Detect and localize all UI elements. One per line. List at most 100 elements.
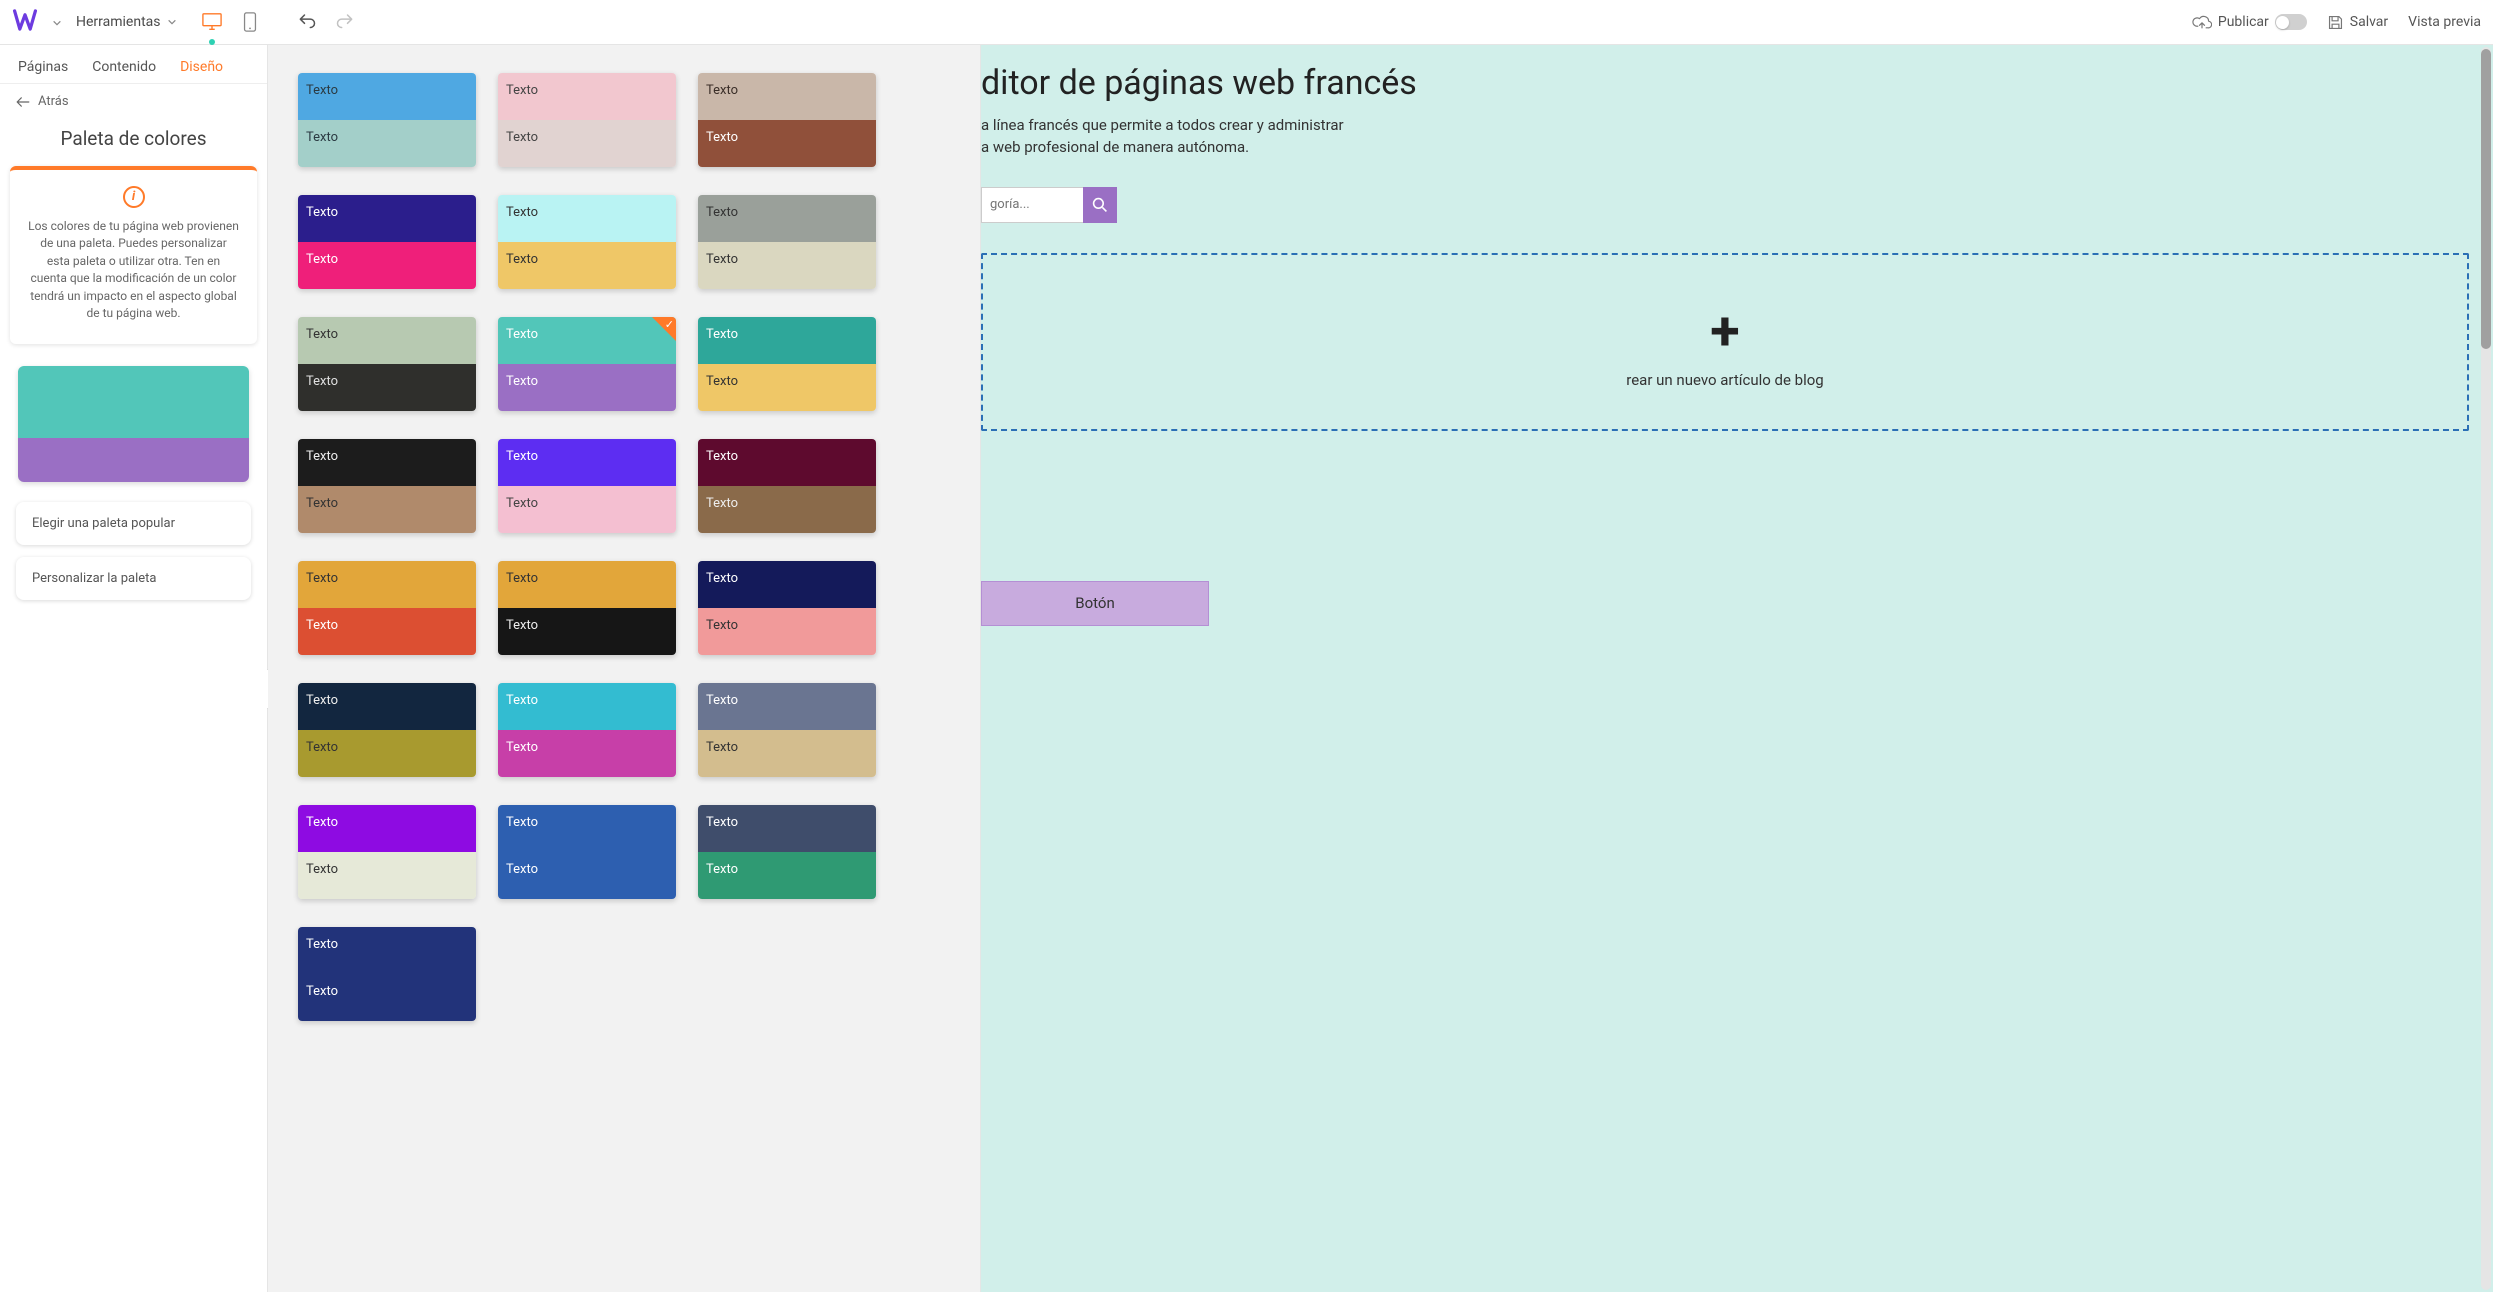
info-card: i Los colores de tu página web provienen…	[10, 166, 257, 344]
palette-swatch[interactable]: TextoTexto	[298, 561, 476, 655]
palette-swatch[interactable]: TextoTexto	[698, 561, 876, 655]
tab-design[interactable]: Diseño	[180, 59, 223, 75]
save-button[interactable]: Salvar	[2327, 14, 2388, 31]
tools-menu[interactable]: Herramientas	[76, 14, 177, 30]
swatch-top: Texto	[698, 73, 876, 120]
publish-label: Publicar	[2218, 14, 2269, 30]
swatch-top: Texto	[498, 317, 676, 364]
choose-popular-palette-button[interactable]: Elegir una paleta popular	[16, 502, 251, 545]
preview-search-button[interactable]	[1083, 187, 1117, 223]
swatch-bottom: Texto	[698, 730, 876, 777]
save-icon	[2327, 14, 2344, 31]
palette-swatch[interactable]: TextoTexto	[498, 195, 676, 289]
swatch-top: Texto	[698, 195, 876, 242]
swatch-bottom: Texto	[498, 242, 676, 289]
device-mobile-button[interactable]	[237, 9, 263, 35]
palette-swatch[interactable]: TextoTexto	[298, 805, 476, 899]
swatch-bottom: Texto	[298, 486, 476, 533]
mobile-icon	[243, 12, 257, 32]
swatch-bottom: Texto	[498, 120, 676, 167]
swatch-top: Texto	[298, 317, 476, 364]
swatch-bottom: Texto	[298, 120, 476, 167]
swatch-bottom: Texto	[498, 364, 676, 411]
swatch-top: Texto	[498, 195, 676, 242]
swatch-top: Texto	[498, 439, 676, 486]
swatch-bottom: Texto	[698, 242, 876, 289]
swatch-top: Texto	[298, 439, 476, 486]
tab-pages[interactable]: Páginas	[18, 59, 68, 75]
palette-swatch[interactable]: TextoTexto	[298, 927, 476, 1021]
swatch-bottom: Texto	[698, 120, 876, 167]
swatch-bottom: Texto	[298, 364, 476, 411]
swatch-top: Texto	[498, 73, 676, 120]
palette-swatch[interactable]: TextoTexto	[498, 561, 676, 655]
swatch-bottom: Texto	[698, 852, 876, 899]
palette-swatch[interactable]: TextoTexto	[698, 317, 876, 411]
preview-button[interactable]: Vista previa	[2408, 14, 2481, 30]
left-sidebar: Páginas Contenido Diseño Atrás Paleta de…	[0, 45, 268, 1292]
palette-swatch[interactable]: TextoTexto	[698, 195, 876, 289]
device-desktop-button[interactable]	[199, 9, 225, 35]
preview-scrollbar[interactable]	[2481, 47, 2491, 1290]
palette-picker-panel: TextoTextoTextoTextoTextoTextoTextoTexto…	[268, 45, 981, 1292]
palette-swatch[interactable]: TextoTexto	[298, 73, 476, 167]
desktop-icon	[201, 12, 223, 32]
palette-swatch[interactable]: TextoTexto	[698, 683, 876, 777]
publish-button[interactable]: Publicar	[2192, 14, 2307, 30]
cloud-upload-icon	[2192, 14, 2212, 30]
palette-swatch[interactable]: TextoTexto	[298, 683, 476, 777]
preview-description: a línea francés que permite a todos crea…	[981, 115, 2469, 159]
preview-sample-button[interactable]: Botón	[981, 581, 1209, 626]
palette-swatch[interactable]: TextoTexto	[298, 195, 476, 289]
swatch-top: Texto	[698, 317, 876, 364]
palette-swatch[interactable]: TextoTexto	[298, 439, 476, 533]
redo-button[interactable]	[335, 11, 355, 33]
swatch-bottom: Texto	[298, 974, 476, 1021]
palette-swatch[interactable]: TextoTexto	[698, 805, 876, 899]
palette-swatch[interactable]: TextoTexto	[698, 439, 876, 533]
logo-dropdown[interactable]	[52, 13, 62, 32]
undo-button[interactable]	[297, 11, 317, 33]
current-palette-preview[interactable]	[18, 366, 249, 482]
current-palette-top	[18, 366, 249, 438]
search-icon	[1092, 197, 1108, 213]
sidebar-tabs: Páginas Contenido Diseño	[0, 45, 267, 84]
publish-toggle[interactable]	[2275, 14, 2307, 30]
palette-swatch[interactable]: TextoTexto	[498, 439, 676, 533]
customize-palette-button[interactable]: Personalizar la paleta	[16, 557, 251, 600]
preview-search-input[interactable]	[981, 187, 1083, 223]
main-area: Páginas Contenido Diseño Atrás Paleta de…	[0, 45, 2493, 1292]
new-article-dropzone[interactable]: + rear un nuevo artículo de blog	[981, 253, 2469, 431]
save-label: Salvar	[2350, 14, 2388, 30]
palette-swatch[interactable]: TextoTexto	[498, 73, 676, 167]
topbar-right: Publicar Salvar Vista previa	[2192, 14, 2481, 31]
swatch-bottom: Texto	[298, 730, 476, 777]
topbar: Herramientas Publicar Salvar Vista previ…	[0, 0, 2493, 45]
preview-title: ditor de páginas web francés	[981, 63, 2469, 103]
swatch-top: Texto	[298, 195, 476, 242]
site-preview: ditor de páginas web francés a línea fra…	[981, 45, 2493, 1292]
swatch-top: Texto	[298, 561, 476, 608]
palette-swatch[interactable]: TextoTexto	[698, 73, 876, 167]
back-link[interactable]: Atrás	[16, 94, 251, 109]
palette-swatch[interactable]: TextoTexto	[498, 317, 676, 411]
info-text: Los colores de tu página web provienen d…	[28, 218, 239, 322]
tools-label: Herramientas	[76, 14, 161, 30]
preview-label: Vista previa	[2408, 14, 2481, 30]
device-switcher	[199, 9, 263, 35]
swatch-bottom: Texto	[298, 608, 476, 655]
panel-title: Paleta de colores	[16, 127, 251, 150]
selected-check-icon	[652, 317, 676, 341]
logo[interactable]	[12, 7, 38, 37]
back-label: Atrás	[38, 94, 69, 109]
swatch-bottom: Texto	[498, 608, 676, 655]
tab-content[interactable]: Contenido	[92, 59, 156, 75]
swatch-bottom: Texto	[498, 486, 676, 533]
palette-swatch[interactable]: TextoTexto	[498, 683, 676, 777]
swatch-top: Texto	[298, 805, 476, 852]
palette-swatch[interactable]: TextoTexto	[298, 317, 476, 411]
palette-swatch[interactable]: TextoTexto	[498, 805, 676, 899]
undo-icon	[297, 11, 317, 29]
arrow-left-icon	[16, 97, 30, 107]
swatch-bottom: Texto	[698, 486, 876, 533]
